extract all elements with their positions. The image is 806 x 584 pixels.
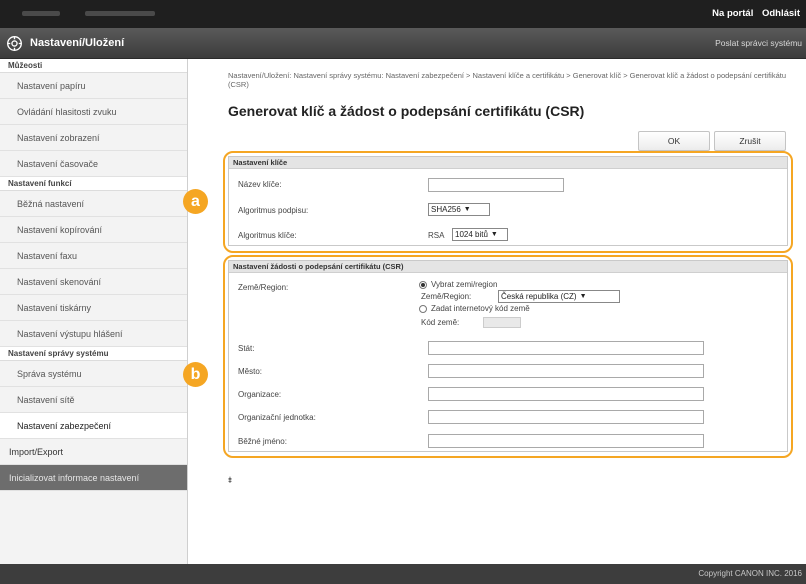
sidebar-item[interactable]: Nastavení výstupu hlášení	[0, 321, 187, 347]
top-links: Na portál Odhlásit	[706, 8, 800, 19]
country-code-input[interactable]	[483, 317, 521, 328]
sidebar-item[interactable]: Ovládání hlasitosti zvuku	[0, 99, 187, 125]
country-sub-label: Země/Region:	[421, 292, 472, 301]
blurred-device-name	[22, 11, 60, 16]
portal-link[interactable]: Na portál	[712, 8, 753, 19]
city-label: Město:	[238, 367, 263, 376]
chevron-down-icon: ▼	[463, 206, 471, 213]
organization-label: Organizace:	[238, 390, 282, 399]
state-input[interactable]	[428, 341, 704, 355]
csr-settings-header: Nastavení žádosti o podepsání certifikát…	[229, 261, 787, 273]
country-region-label: Země/Region:	[238, 283, 289, 292]
app-title: Nastavení/Uložení	[30, 37, 125, 49]
sidebar-item[interactable]: Nastavení kopírování	[0, 217, 187, 243]
key-algorithm-type: RSA	[428, 231, 445, 240]
sidebar-category-system: Nastavení správy systému	[0, 347, 187, 361]
common-name-label: Běžné jméno:	[238, 437, 287, 446]
country-code-label: Kód země:	[421, 318, 460, 327]
sidebar-item[interactable]: Běžná nastavení	[0, 191, 187, 217]
common-name-input[interactable]	[428, 434, 704, 448]
signature-algorithm-select[interactable]: SHA256 ▼	[428, 203, 490, 216]
ok-button[interactable]: OK	[638, 131, 710, 151]
cancel-button[interactable]: Zrušit	[714, 131, 786, 151]
key-settings-header: Nastavení klíče	[229, 157, 787, 169]
sidebar-item-init-info[interactable]: Inicializovat informace nastavení	[0, 465, 187, 491]
country-value: Česká republika (CZ)	[501, 292, 577, 301]
radio-select-country-label: Vybrat zemi/region	[431, 280, 498, 289]
sidebar-item-import-export[interactable]: Import/Export	[0, 439, 187, 465]
radio-internet-code[interactable]	[419, 305, 427, 313]
blurred-device-info	[85, 11, 155, 16]
logout-link[interactable]: Odhlásit	[762, 8, 800, 19]
city-input[interactable]	[428, 364, 704, 378]
sidebar-item[interactable]: Nastavení sítě	[0, 387, 187, 413]
signature-algorithm-value: SHA256	[431, 205, 461, 214]
key-name-label: Název klíče:	[238, 180, 282, 189]
sidebar-category-preferences: Můžeosti	[0, 59, 187, 73]
back-to-top-icon[interactable]: ⯒	[228, 473, 232, 489]
sidebar: Můžeosti Nastavení papíru Ovládání hlasi…	[0, 59, 188, 564]
org-unit-input[interactable]	[428, 410, 704, 424]
sidebar-category-functions: Nastavení funkcí	[0, 177, 187, 191]
annotation-badge-a: a	[183, 189, 208, 214]
title-bar: Nastavení/Uložení Poslat správci systému	[0, 28, 806, 59]
radio-select-country[interactable]	[419, 281, 427, 289]
key-name-input[interactable]	[428, 178, 564, 192]
copyright: Copyright CANON INC. 2016	[698, 569, 802, 578]
footer: Copyright CANON INC. 2016	[0, 564, 806, 584]
annotation-badge-b: b	[183, 362, 208, 387]
sidebar-item[interactable]: Správa systému	[0, 361, 187, 387]
radio-internet-code-label: Zadat internetový kód země	[431, 304, 530, 313]
sidebar-item[interactable]: Nastavení faxu	[0, 243, 187, 269]
key-algorithm-value: 1024 bitů	[455, 230, 488, 239]
sidebar-item[interactable]: Nastavení skenování	[0, 269, 187, 295]
main-content: Nastavení/Uložení: Nastavení správy syst…	[188, 59, 806, 564]
chevron-down-icon: ▼	[579, 293, 587, 300]
sidebar-item[interactable]: Nastavení papíru	[0, 73, 187, 99]
sidebar-item[interactable]: Nastavení tiskárny	[0, 295, 187, 321]
chevron-down-icon: ▼	[490, 231, 498, 238]
settings-gear-icon	[7, 36, 22, 51]
signature-algorithm-label: Algoritmus podpisu:	[238, 206, 309, 215]
breadcrumb: Nastavení/Uložení: Nastavení správy syst…	[228, 71, 786, 89]
country-select[interactable]: Česká republika (CZ) ▼	[498, 290, 620, 303]
state-label: Stát:	[238, 344, 255, 353]
page-title: Generovat klíč a žádost o podepsání cert…	[228, 103, 585, 119]
organization-input[interactable]	[428, 387, 704, 401]
key-settings-panel: Nastavení klíče	[228, 156, 788, 246]
sidebar-item[interactable]: Nastavení časovače	[0, 151, 187, 177]
sidebar-item-security-selected[interactable]: Nastavení zabezpečení	[0, 413, 187, 439]
top-bar: Na portál Odhlásit	[0, 0, 806, 28]
mail-admin-link[interactable]: Poslat správci systému	[715, 38, 802, 48]
key-algorithm-label: Algoritmus klíče:	[238, 231, 297, 240]
key-algorithm-select[interactable]: 1024 bitů ▼	[452, 228, 508, 241]
org-unit-label: Organizační jednotka:	[238, 413, 316, 422]
sidebar-item[interactable]: Nastavení zobrazení	[0, 125, 187, 151]
